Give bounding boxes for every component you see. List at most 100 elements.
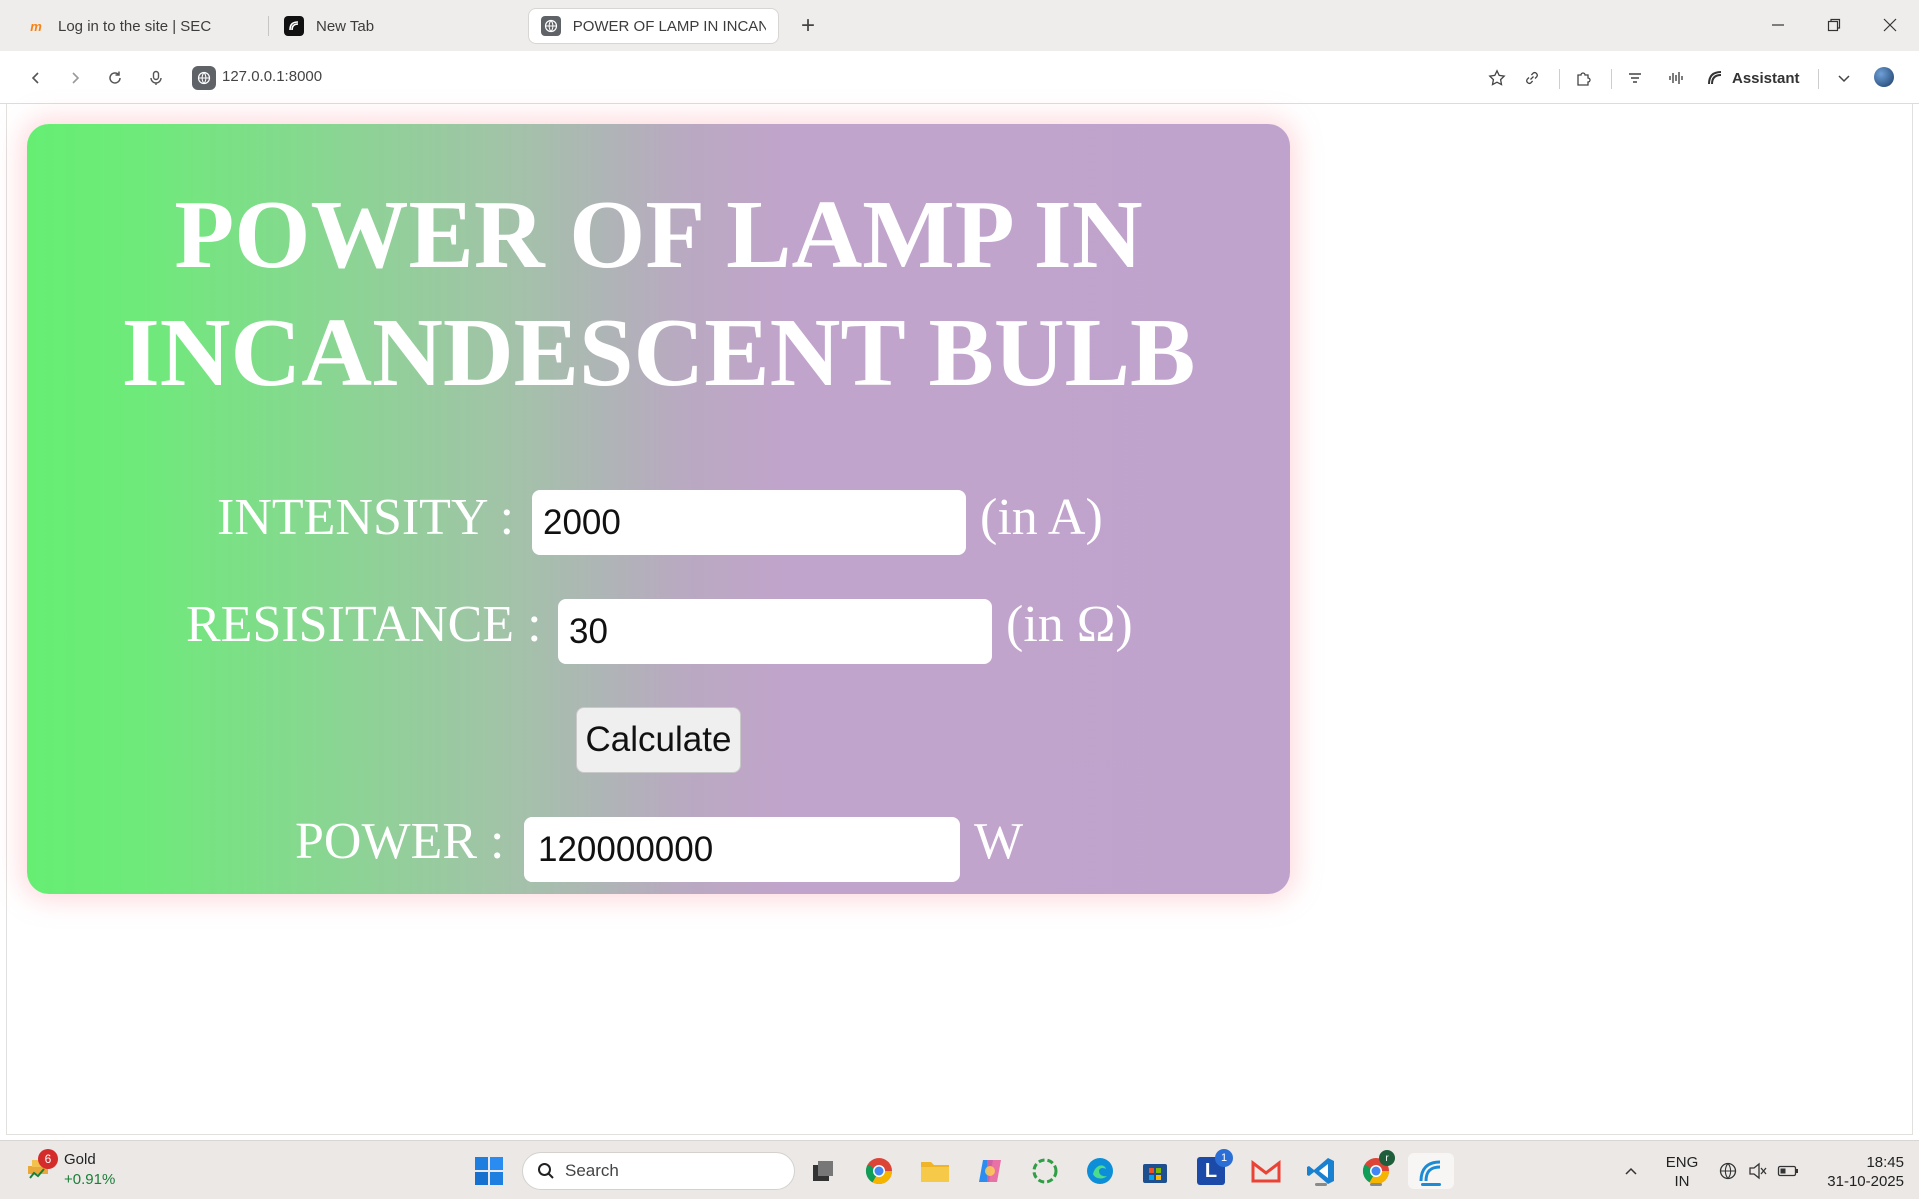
assistant-browser-app[interactable]: [1408, 1153, 1454, 1189]
start-button[interactable]: [471, 1153, 507, 1189]
copilot-app[interactable]: [972, 1153, 1008, 1189]
globe-icon: [541, 16, 561, 36]
page-title: POWER OF LAMP IN INCANDESCENT BULB: [121, 181, 1196, 407]
globe-network-icon: [1719, 1162, 1737, 1180]
power-unit: W: [974, 813, 1024, 870]
browser-logo-icon: [284, 16, 304, 36]
edge-app[interactable]: [1082, 1153, 1118, 1189]
browser-logo-icon: [1419, 1160, 1441, 1182]
profile-badge: r: [1379, 1150, 1395, 1166]
taskbar: 6 Gold +0.91% Search L 1 r ENG IN 18:45 …: [0, 1140, 1919, 1199]
vscode-app[interactable]: [1303, 1153, 1339, 1189]
widget-name[interactable]: Gold: [64, 1151, 96, 1168]
intensity-label: INTENSITY :: [217, 489, 515, 546]
store-app[interactable]: [1137, 1153, 1173, 1189]
star-icon: [1488, 69, 1506, 86]
restore-icon: [1827, 18, 1841, 32]
resistance-input[interactable]: [558, 599, 992, 664]
browser-toolbar: 127.0.0.1:8000 Assistant: [0, 51, 1919, 104]
tab-label: New Tab: [316, 17, 375, 35]
chrome-icon: [865, 1158, 893, 1185]
address-bar[interactable]: 127.0.0.1:8000: [222, 68, 322, 85]
bookmark-button[interactable]: [1483, 64, 1511, 92]
site-info-icon[interactable]: [192, 66, 216, 90]
widget-badge: 6: [38, 1149, 58, 1169]
folder-icon: [921, 1162, 949, 1182]
language-line1: ENG: [1665, 1154, 1699, 1171]
widget-change: +0.91%: [64, 1171, 116, 1188]
copilot-icon: [979, 1160, 1001, 1182]
tab-strip: m Log in to the site | SEC New Tab POWER…: [0, 0, 1919, 51]
search-icon: [538, 1163, 554, 1179]
minimize-icon: [1772, 24, 1784, 26]
language-indicator[interactable]: ENG IN: [1664, 1153, 1700, 1191]
moodle-icon: m: [30, 18, 42, 34]
assistant-label: Assistant: [1732, 69, 1800, 87]
tab-moodle-login[interactable]: m Log in to the site | SEC: [14, 8, 264, 44]
puzzle-icon: [1577, 72, 1591, 86]
tab-new-tab[interactable]: New Tab: [272, 8, 522, 44]
chevron-down-icon: [1838, 75, 1850, 83]
close-button[interactable]: [1870, 8, 1910, 42]
waveform-icon: [1669, 72, 1683, 84]
reload-icon: [109, 71, 121, 84]
extensions-button[interactable]: [1570, 64, 1598, 92]
clock[interactable]: 18:45 31-10-2025: [1814, 1153, 1904, 1191]
reading-mode-button[interactable]: [1621, 64, 1649, 92]
assistant-logo-icon: [1708, 71, 1722, 85]
vscode-icon: [1307, 1158, 1334, 1184]
voice-search-button[interactable]: [142, 64, 170, 92]
new-tab-button[interactable]: +: [794, 12, 822, 40]
audio-button[interactable]: [1662, 64, 1690, 92]
back-arrow-icon: [31, 72, 39, 84]
tab-label: Log in to the site | SEC: [58, 17, 212, 35]
tab-power-of-lamp[interactable]: POWER OF LAMP IN INCAND: [528, 8, 779, 44]
forward-button[interactable]: [61, 64, 89, 92]
chrome-profile-app[interactable]: r: [1358, 1150, 1395, 1189]
chrome-app[interactable]: [861, 1153, 897, 1189]
close-icon: [1883, 18, 1897, 32]
gmail-app[interactable]: [1248, 1153, 1284, 1189]
resistance-label: RESISITANCE :: [186, 596, 542, 653]
edge-icon: [1087, 1158, 1113, 1184]
intensity-unit: (in A): [980, 489, 1103, 546]
battery-button[interactable]: [1774, 1153, 1802, 1189]
calculate-button[interactable]: Calculate: [576, 707, 741, 773]
assistant-button[interactable]: Assistant: [1706, 65, 1800, 91]
menu-lines-icon: [1629, 73, 1641, 83]
microphone-icon: [150, 70, 162, 85]
l-app[interactable]: L 1: [1193, 1149, 1233, 1189]
speaker-muted-icon: [1749, 1162, 1767, 1180]
task-view-button[interactable]: [805, 1153, 841, 1189]
reload-button[interactable]: [101, 64, 129, 92]
intensity-input[interactable]: [532, 490, 966, 555]
task-view-icon: [813, 1161, 833, 1181]
windows-logo-icon: [475, 1157, 503, 1185]
gmail-icon: [1251, 1159, 1281, 1183]
taskbar-search[interactable]: Search: [522, 1152, 795, 1190]
volume-button[interactable]: [1744, 1153, 1772, 1189]
network-button[interactable]: [1714, 1153, 1742, 1189]
copy-link-button[interactable]: [1518, 64, 1546, 92]
search-placeholder: Search: [565, 1161, 619, 1180]
tab-menu-button[interactable]: [1830, 64, 1858, 92]
store-icon: [1143, 1164, 1167, 1183]
restore-button[interactable]: [1814, 8, 1854, 42]
power-output[interactable]: [524, 817, 960, 882]
file-explorer-app[interactable]: [917, 1153, 953, 1189]
back-button[interactable]: [22, 64, 50, 92]
link-icon: [1526, 72, 1538, 84]
profile-avatar[interactable]: [1874, 67, 1894, 87]
language-line2: IN: [1674, 1173, 1690, 1190]
minimize-button[interactable]: [1758, 8, 1798, 42]
clock-time: 18:45: [1866, 1154, 1904, 1171]
power-label: POWER :: [295, 813, 505, 870]
resistance-unit: (in Ω): [1006, 596, 1133, 653]
mail-badge: 1: [1215, 1149, 1233, 1167]
circular-arrows-icon: [1032, 1158, 1058, 1184]
clock-date: 31-10-2025: [1827, 1173, 1904, 1190]
battery-icon: [1777, 1165, 1798, 1177]
tab-label: POWER OF LAMP IN INCAND: [572, 17, 766, 35]
show-hidden-icons-button[interactable]: [1616, 1153, 1646, 1189]
sync-app[interactable]: [1027, 1153, 1063, 1189]
